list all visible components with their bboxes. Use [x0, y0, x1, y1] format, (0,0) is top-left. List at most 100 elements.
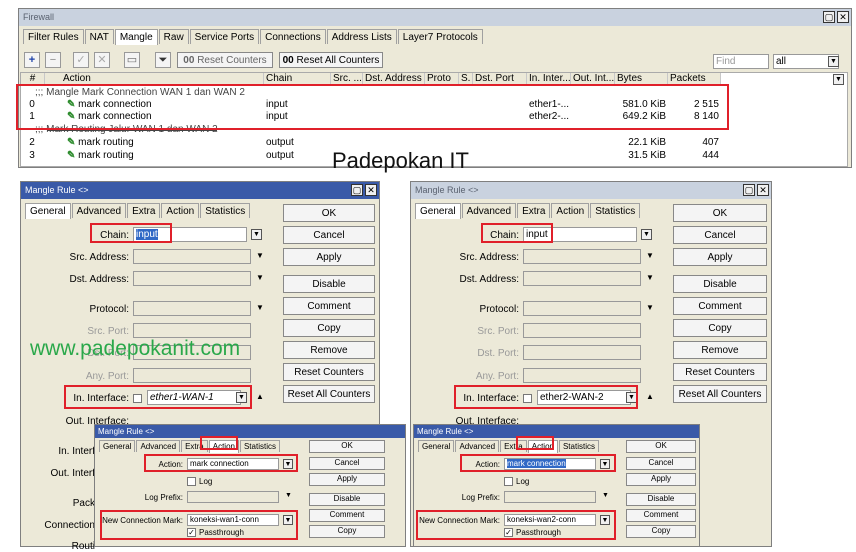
tab-general[interactable]: General [418, 440, 455, 452]
reset-all-counters-button[interactable]: Reset All Counters [283, 385, 375, 403]
collapse-icon[interactable]: ▲ [256, 392, 264, 401]
cancel-button[interactable]: Cancel [283, 226, 375, 244]
protocol-input[interactable] [133, 301, 251, 316]
expand-icon[interactable]: ▼ [646, 303, 654, 312]
disable-button[interactable]: Disable [283, 275, 375, 293]
src-address-input[interactable] [133, 249, 251, 264]
comment-icon[interactable]: ▭ [124, 52, 140, 68]
any-port-input[interactable] [133, 368, 251, 383]
chevron-down-icon[interactable]: ▼ [828, 56, 839, 67]
chevron-down-icon[interactable]: ▼ [641, 229, 652, 240]
tab-action[interactable]: Action [161, 203, 200, 218]
log-checkbox[interactable]: Log [187, 477, 212, 487]
reset-counters-button[interactable]: 00 Reset Counters [177, 52, 273, 68]
disable-icon[interactable]: ✕ [94, 52, 110, 68]
tab-statistics[interactable]: Statistics [558, 440, 599, 452]
tab-advanced[interactable]: Advanced [71, 203, 127, 218]
close-button[interactable]: ✕ [365, 184, 377, 196]
dst-address-input[interactable] [133, 271, 251, 286]
protocol-input[interactable] [523, 301, 641, 316]
enable-icon[interactable]: ✓ [73, 52, 89, 68]
add-icon[interactable]: + [24, 52, 40, 68]
expand-icon[interactable]: ▼ [602, 492, 609, 499]
close-button[interactable]: ✕ [757, 184, 769, 196]
tab-general[interactable]: General [415, 203, 461, 219]
tab-advanced[interactable]: Advanced [455, 440, 500, 452]
cancel-button[interactable]: Cancel [626, 457, 696, 470]
log-checkbox[interactable]: Log [504, 477, 529, 487]
tab-address-lists[interactable]: Address Lists [326, 29, 397, 44]
tab-mangle[interactable]: Mangle [114, 29, 158, 45]
expand-icon[interactable]: ▼ [285, 492, 292, 499]
copy-button[interactable]: Copy [673, 319, 767, 337]
disable-button[interactable]: Disable [626, 493, 696, 506]
maximize-button[interactable]: ▢ [823, 11, 835, 23]
apply-button[interactable]: Apply [626, 473, 696, 486]
tab-advanced[interactable]: Advanced [461, 203, 517, 218]
log-prefix-input[interactable] [504, 491, 596, 503]
comment-button[interactable]: Comment [673, 297, 767, 315]
copy-button[interactable]: Copy [283, 319, 375, 337]
tab-statistics[interactable]: Statistics [590, 203, 641, 218]
ok-button[interactable]: OK [626, 440, 696, 453]
src-port-input[interactable] [133, 323, 251, 338]
tab-extra[interactable]: Extra [517, 203, 551, 218]
src-port-input[interactable] [523, 323, 641, 338]
maximize-button[interactable]: ▢ [743, 184, 755, 196]
reset-all-counters-button[interactable]: 00 Reset All Counters [279, 52, 383, 68]
tab-filter-rules[interactable]: Filter Rules [23, 29, 84, 44]
chevron-down-icon[interactable]: ▼ [251, 229, 262, 240]
tab-general[interactable]: General [25, 203, 71, 219]
apply-button[interactable]: Apply [673, 248, 767, 266]
remove-button[interactable]: Remove [673, 341, 767, 359]
tab-raw[interactable]: Raw [158, 29, 189, 44]
tab-advanced[interactable]: Advanced [136, 440, 181, 452]
comment-button[interactable]: Comment [283, 297, 375, 315]
close-button[interactable]: ✕ [837, 11, 849, 23]
disable-button[interactable]: Disable [673, 275, 767, 293]
collapse-icon[interactable]: ▲ [646, 392, 654, 401]
table-row-action[interactable]: ✎ mark routing [67, 150, 134, 161]
columns-menu-icon[interactable]: ▼ [833, 74, 844, 85]
reset-all-counters-button[interactable]: Reset All Counters [673, 385, 767, 403]
table-row-action[interactable]: ✎ mark routing [67, 137, 134, 148]
dst-port-input[interactable] [523, 345, 641, 360]
disable-button[interactable]: Disable [309, 493, 385, 506]
tab-extra[interactable]: Extra [127, 203, 161, 218]
copy-button[interactable]: Copy [309, 525, 385, 538]
apply-button[interactable]: Apply [309, 473, 385, 486]
copy-button[interactable]: Copy [626, 525, 696, 538]
cancel-button[interactable]: Cancel [309, 457, 385, 470]
expand-icon[interactable]: ▼ [256, 251, 264, 260]
expand-icon[interactable]: ▼ [256, 303, 264, 312]
expand-icon[interactable]: ▼ [256, 273, 264, 282]
tab-statistics[interactable]: Statistics [200, 203, 251, 218]
tab-connections[interactable]: Connections [260, 29, 326, 44]
apply-button[interactable]: Apply [283, 248, 375, 266]
find-input[interactable]: Find [713, 54, 769, 69]
dst-address-input[interactable] [523, 271, 641, 286]
tab-general[interactable]: General [99, 440, 136, 452]
tab-layer7-protocols[interactable]: Layer7 Protocols [397, 29, 483, 44]
cancel-button[interactable]: Cancel [673, 226, 767, 244]
any-port-input[interactable] [523, 368, 641, 383]
remove-button[interactable]: Remove [283, 341, 375, 359]
comment-button[interactable]: Comment [309, 509, 385, 522]
tab-statistics[interactable]: Statistics [239, 440, 280, 452]
reset-counters-button[interactable]: Reset Counters [673, 363, 767, 381]
comment-button[interactable]: Comment [626, 509, 696, 522]
expand-icon[interactable]: ▼ [646, 251, 654, 260]
tab-nat[interactable]: NAT [84, 29, 114, 44]
log-prefix-input[interactable] [187, 491, 279, 503]
ok-button[interactable]: OK [673, 204, 767, 222]
reset-counters-button[interactable]: Reset Counters [283, 363, 375, 381]
maximize-button[interactable]: ▢ [351, 184, 363, 196]
expand-icon[interactable]: ▼ [646, 273, 654, 282]
ok-button[interactable]: OK [283, 204, 375, 222]
ok-button[interactable]: OK [309, 440, 385, 453]
src-address-input[interactable] [523, 249, 641, 264]
filter-icon[interactable]: ⏷ [155, 52, 171, 68]
remove-icon[interactable]: − [45, 52, 61, 68]
tab-service-ports[interactable]: Service Ports [189, 29, 260, 44]
tab-action[interactable]: Action [551, 203, 590, 218]
